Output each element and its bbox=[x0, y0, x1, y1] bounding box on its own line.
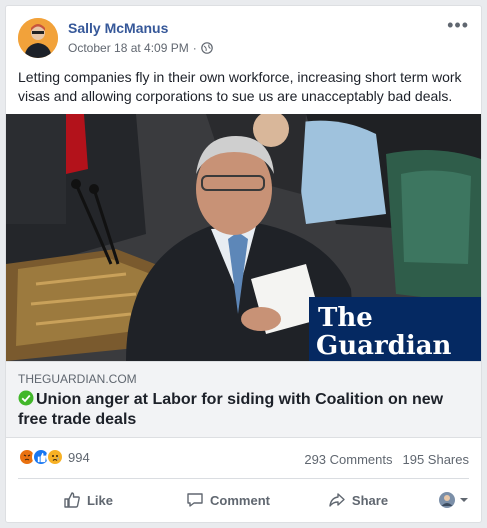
post-actions: Like Comment Share bbox=[18, 483, 469, 517]
engagement-stats: 994 293 Comments 195 Shares bbox=[18, 446, 469, 470]
post-header: Sally McManus October 18 at 4:09 PM · ••… bbox=[18, 16, 469, 60]
actions-divider bbox=[18, 478, 469, 479]
user-avatar-icon bbox=[439, 492, 455, 508]
reactions-summary[interactable]: 994 bbox=[18, 448, 90, 466]
share-icon bbox=[329, 493, 345, 507]
meta-separator: · bbox=[192, 41, 197, 55]
link-headline[interactable]: Union anger at Labor for siding with Coa… bbox=[18, 390, 469, 430]
post-meta: October 18 at 4:09 PM · bbox=[68, 41, 213, 55]
author-avatar[interactable] bbox=[18, 18, 58, 58]
link-preview-image[interactable]: The Guardian bbox=[6, 114, 481, 361]
comment-icon bbox=[187, 493, 203, 507]
comment-share-counts: 293 Comments 195 Shares bbox=[304, 452, 469, 467]
guardian-logo-the: The bbox=[318, 303, 373, 333]
link-domain: THEGUARDIAN.COM bbox=[18, 372, 137, 386]
post-card: Sally McManus October 18 at 4:09 PM · ••… bbox=[5, 5, 482, 523]
post-timestamp[interactable]: October 18 at 4:09 PM bbox=[68, 41, 189, 55]
chevron-down-icon bbox=[460, 498, 468, 502]
share-button[interactable]: Share bbox=[298, 483, 418, 517]
verified-check-icon bbox=[18, 390, 34, 406]
guardian-logo-guardian: Guardian bbox=[316, 331, 452, 361]
post-text: Letting companies fly in their own workf… bbox=[18, 69, 462, 104]
author-name[interactable]: Sally McManus bbox=[68, 20, 168, 36]
shares-count[interactable]: 195 Shares bbox=[403, 452, 470, 467]
globe-icon[interactable] bbox=[200, 42, 213, 54]
like-button[interactable]: Like bbox=[18, 483, 158, 517]
comment-label: Comment bbox=[210, 492, 270, 508]
link-preview[interactable]: THEGUARDIAN.COM Union anger at Labor for… bbox=[6, 361, 481, 438]
comment-button[interactable]: Comment bbox=[158, 483, 298, 517]
sad-reaction-icon bbox=[46, 448, 64, 466]
comments-count[interactable]: 293 Comments bbox=[304, 452, 392, 467]
react-as-selector[interactable] bbox=[439, 492, 469, 508]
reactions-count: 994 bbox=[68, 449, 90, 465]
more-options-icon[interactable]: ••• bbox=[447, 16, 469, 34]
like-label: Like bbox=[86, 492, 113, 508]
share-label: Share bbox=[351, 492, 389, 508]
link-headline-text: Union anger at Labor for siding with Coa… bbox=[18, 391, 444, 428]
thumbs-up-icon bbox=[64, 492, 80, 508]
